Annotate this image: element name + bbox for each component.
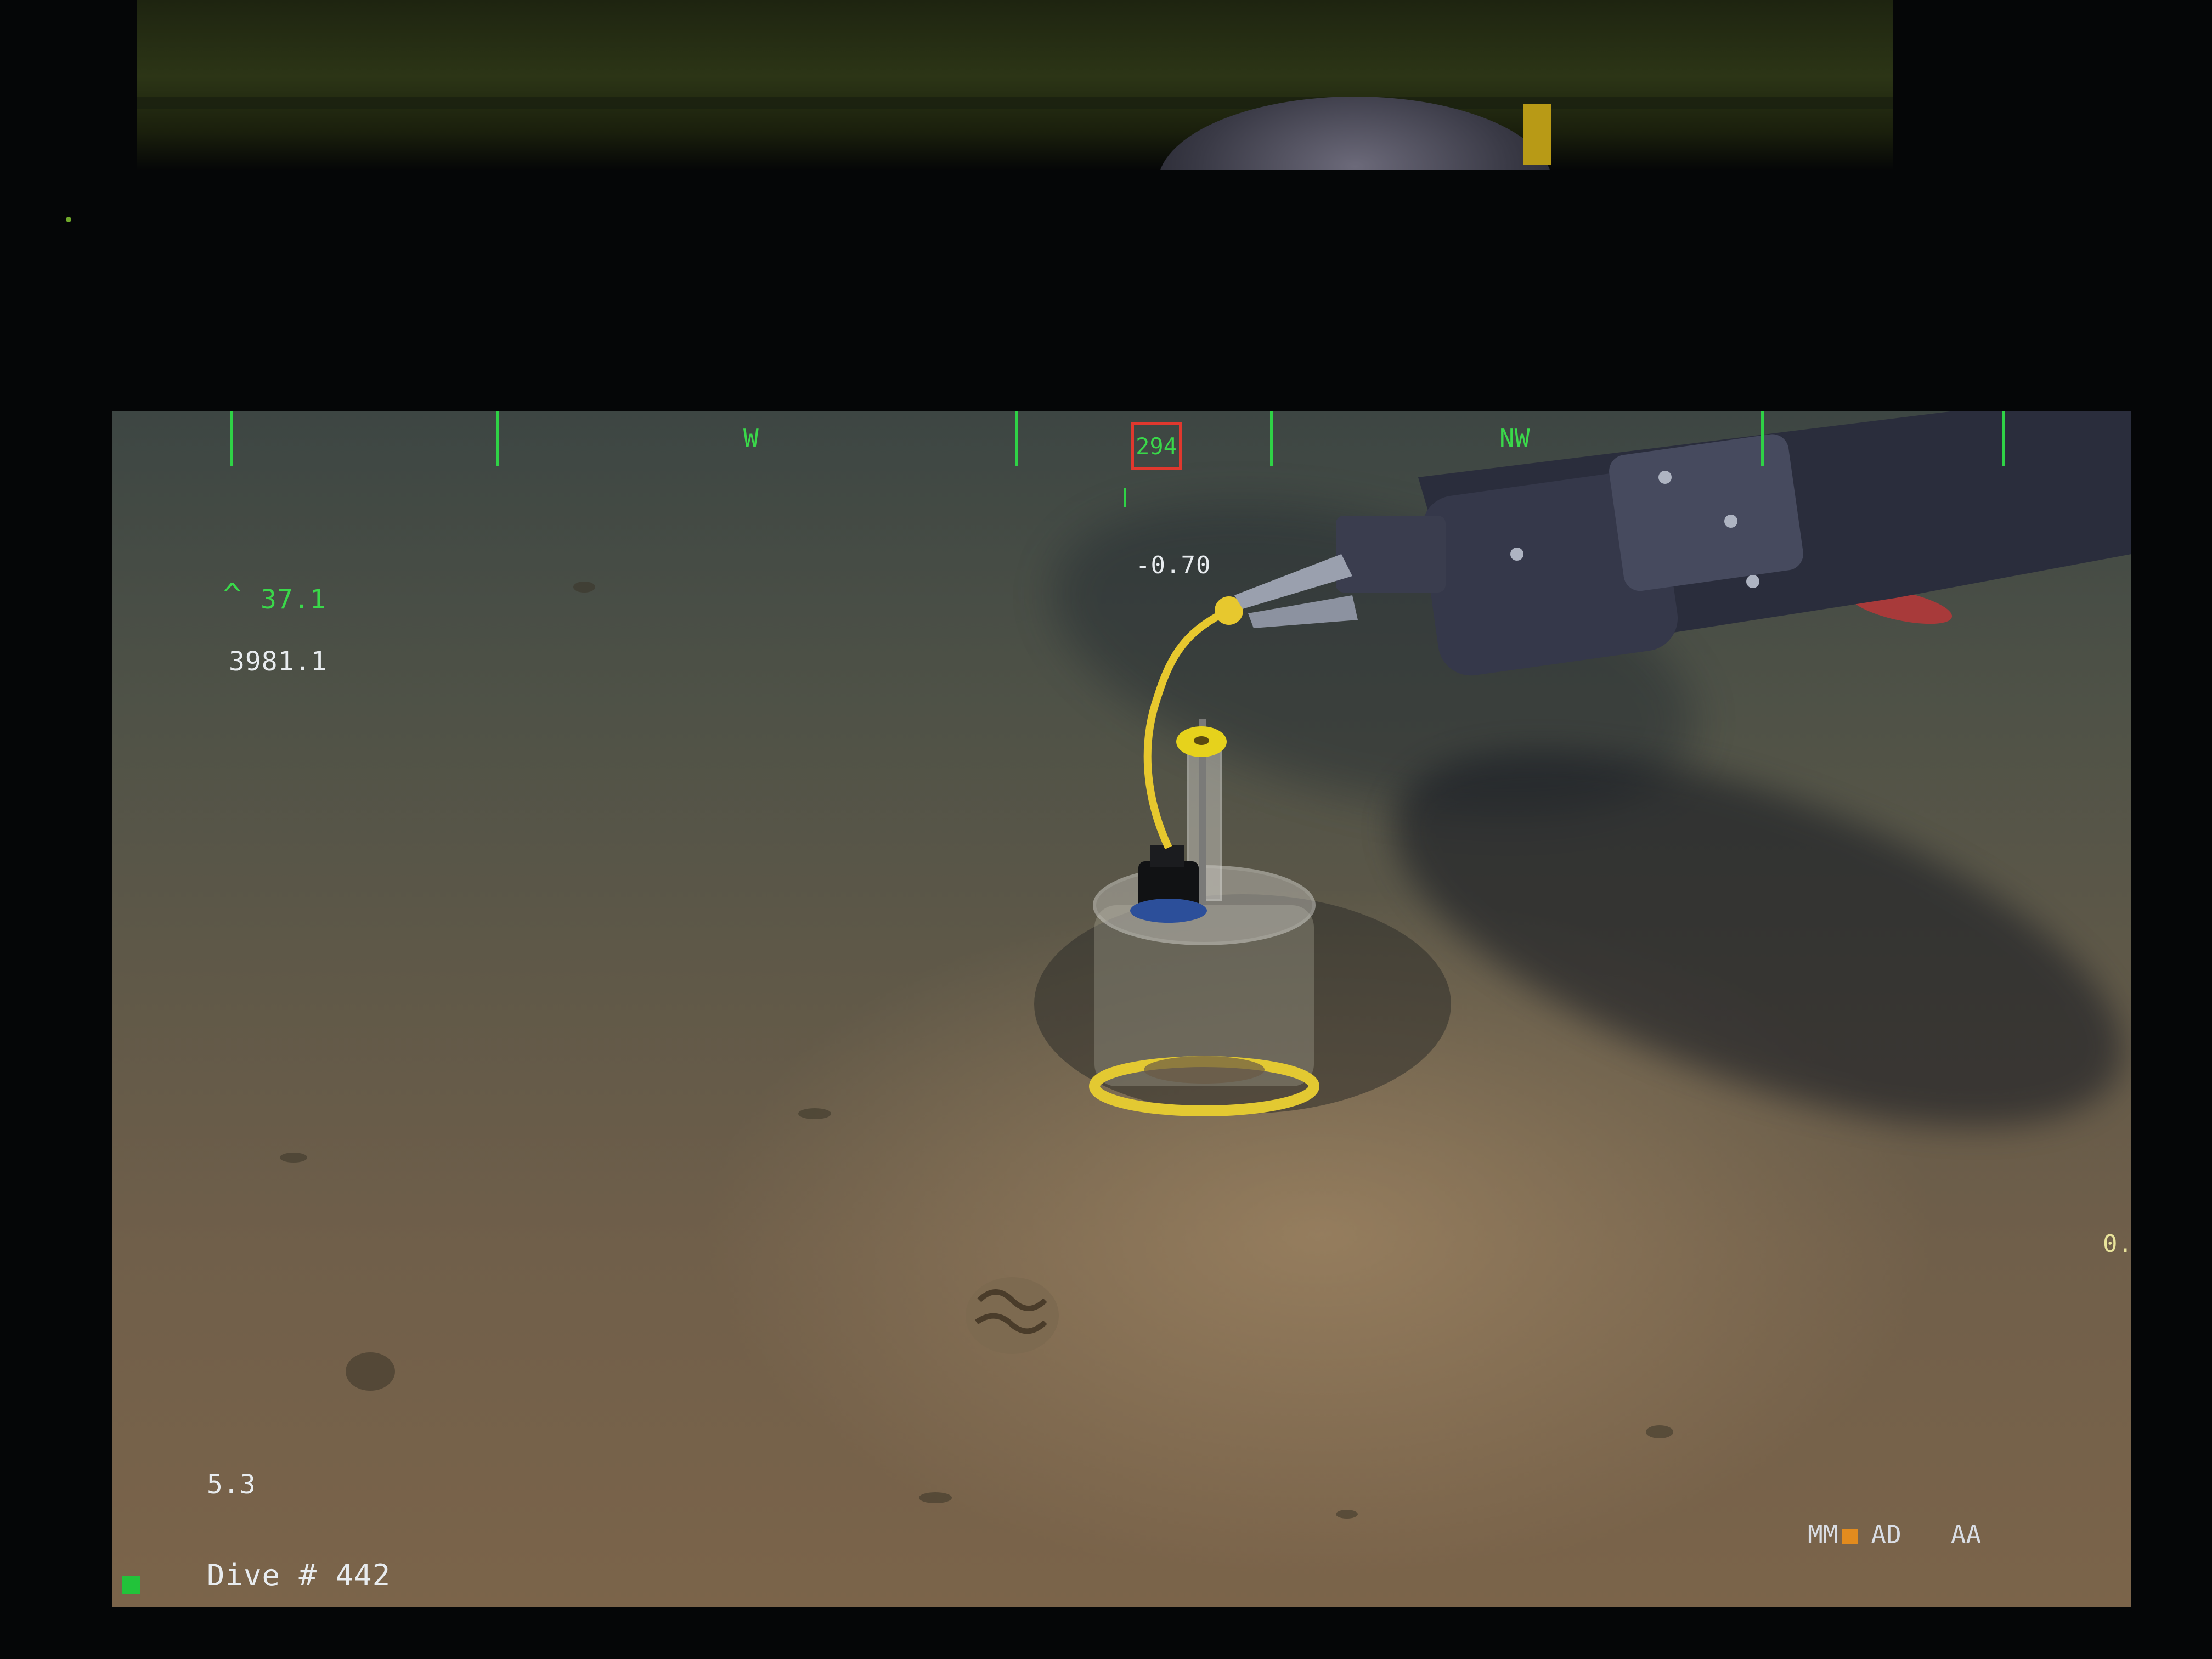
heading-tick: [1761, 411, 1764, 466]
benthic-chamber: [1089, 719, 1319, 1116]
top-feed-rail: [137, 97, 1893, 109]
heading-tick: [230, 411, 233, 466]
range-readout: 0.7: [2103, 1230, 2131, 1258]
mode-ad: AD: [1871, 1520, 1901, 1549]
up-caret-icon: ^: [223, 577, 242, 612]
heading-value: 294: [1136, 432, 1177, 460]
sponge: [966, 1277, 1059, 1354]
heading-center-tick: [1124, 488, 1126, 507]
compass-label-west: W: [743, 424, 759, 453]
altitude-readout: 37.1: [261, 584, 326, 615]
pitch-readout: -0.70: [1136, 551, 1211, 579]
orange-square-icon: [1842, 1528, 1858, 1544]
compass-label-northwest: NW: [1499, 424, 1530, 453]
heading-tick: [496, 411, 499, 466]
secondary-camera-feed: [137, 0, 1893, 170]
top-feed-yellow-post: [1523, 104, 1551, 165]
mode-aa: AA: [1950, 1520, 1982, 1549]
heading-tick: [1270, 411, 1273, 466]
heading-tick: [1015, 411, 1018, 466]
green-square-icon: [122, 1576, 140, 1594]
speed-readout: 5.3: [207, 1469, 256, 1500]
dive-number: Dive # 442: [207, 1558, 391, 1593]
heading-indicator: 294: [1131, 422, 1182, 470]
monitor-power-led: [66, 217, 71, 222]
seafloor-scene: [280, 411, 2131, 1519]
depth-readout: 3981.1: [229, 646, 328, 677]
heading-tick: [2002, 411, 2005, 466]
manipulator-arm: [1234, 411, 2131, 676]
mode-indicators: MM AD AA: [1808, 1520, 2001, 1549]
main-camera-feed: W NW 294 -0.70 ^ 37.1 3981.1 0.7 5.3 Div…: [112, 411, 2131, 1607]
mode-mm: MM: [1808, 1520, 1838, 1549]
sediment-specks: [280, 582, 1673, 1519]
